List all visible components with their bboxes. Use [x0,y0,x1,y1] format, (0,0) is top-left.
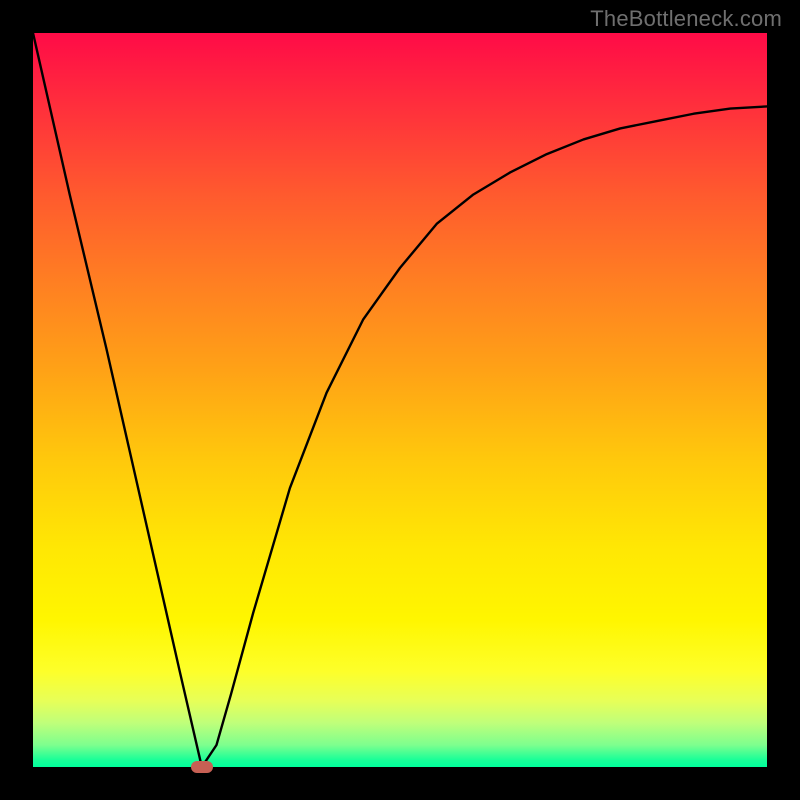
minimum-marker [191,761,213,773]
curve-line [33,33,767,767]
watermark-text: TheBottleneck.com [590,6,782,32]
chart-frame: TheBottleneck.com [0,0,800,800]
plot-area [33,33,767,767]
